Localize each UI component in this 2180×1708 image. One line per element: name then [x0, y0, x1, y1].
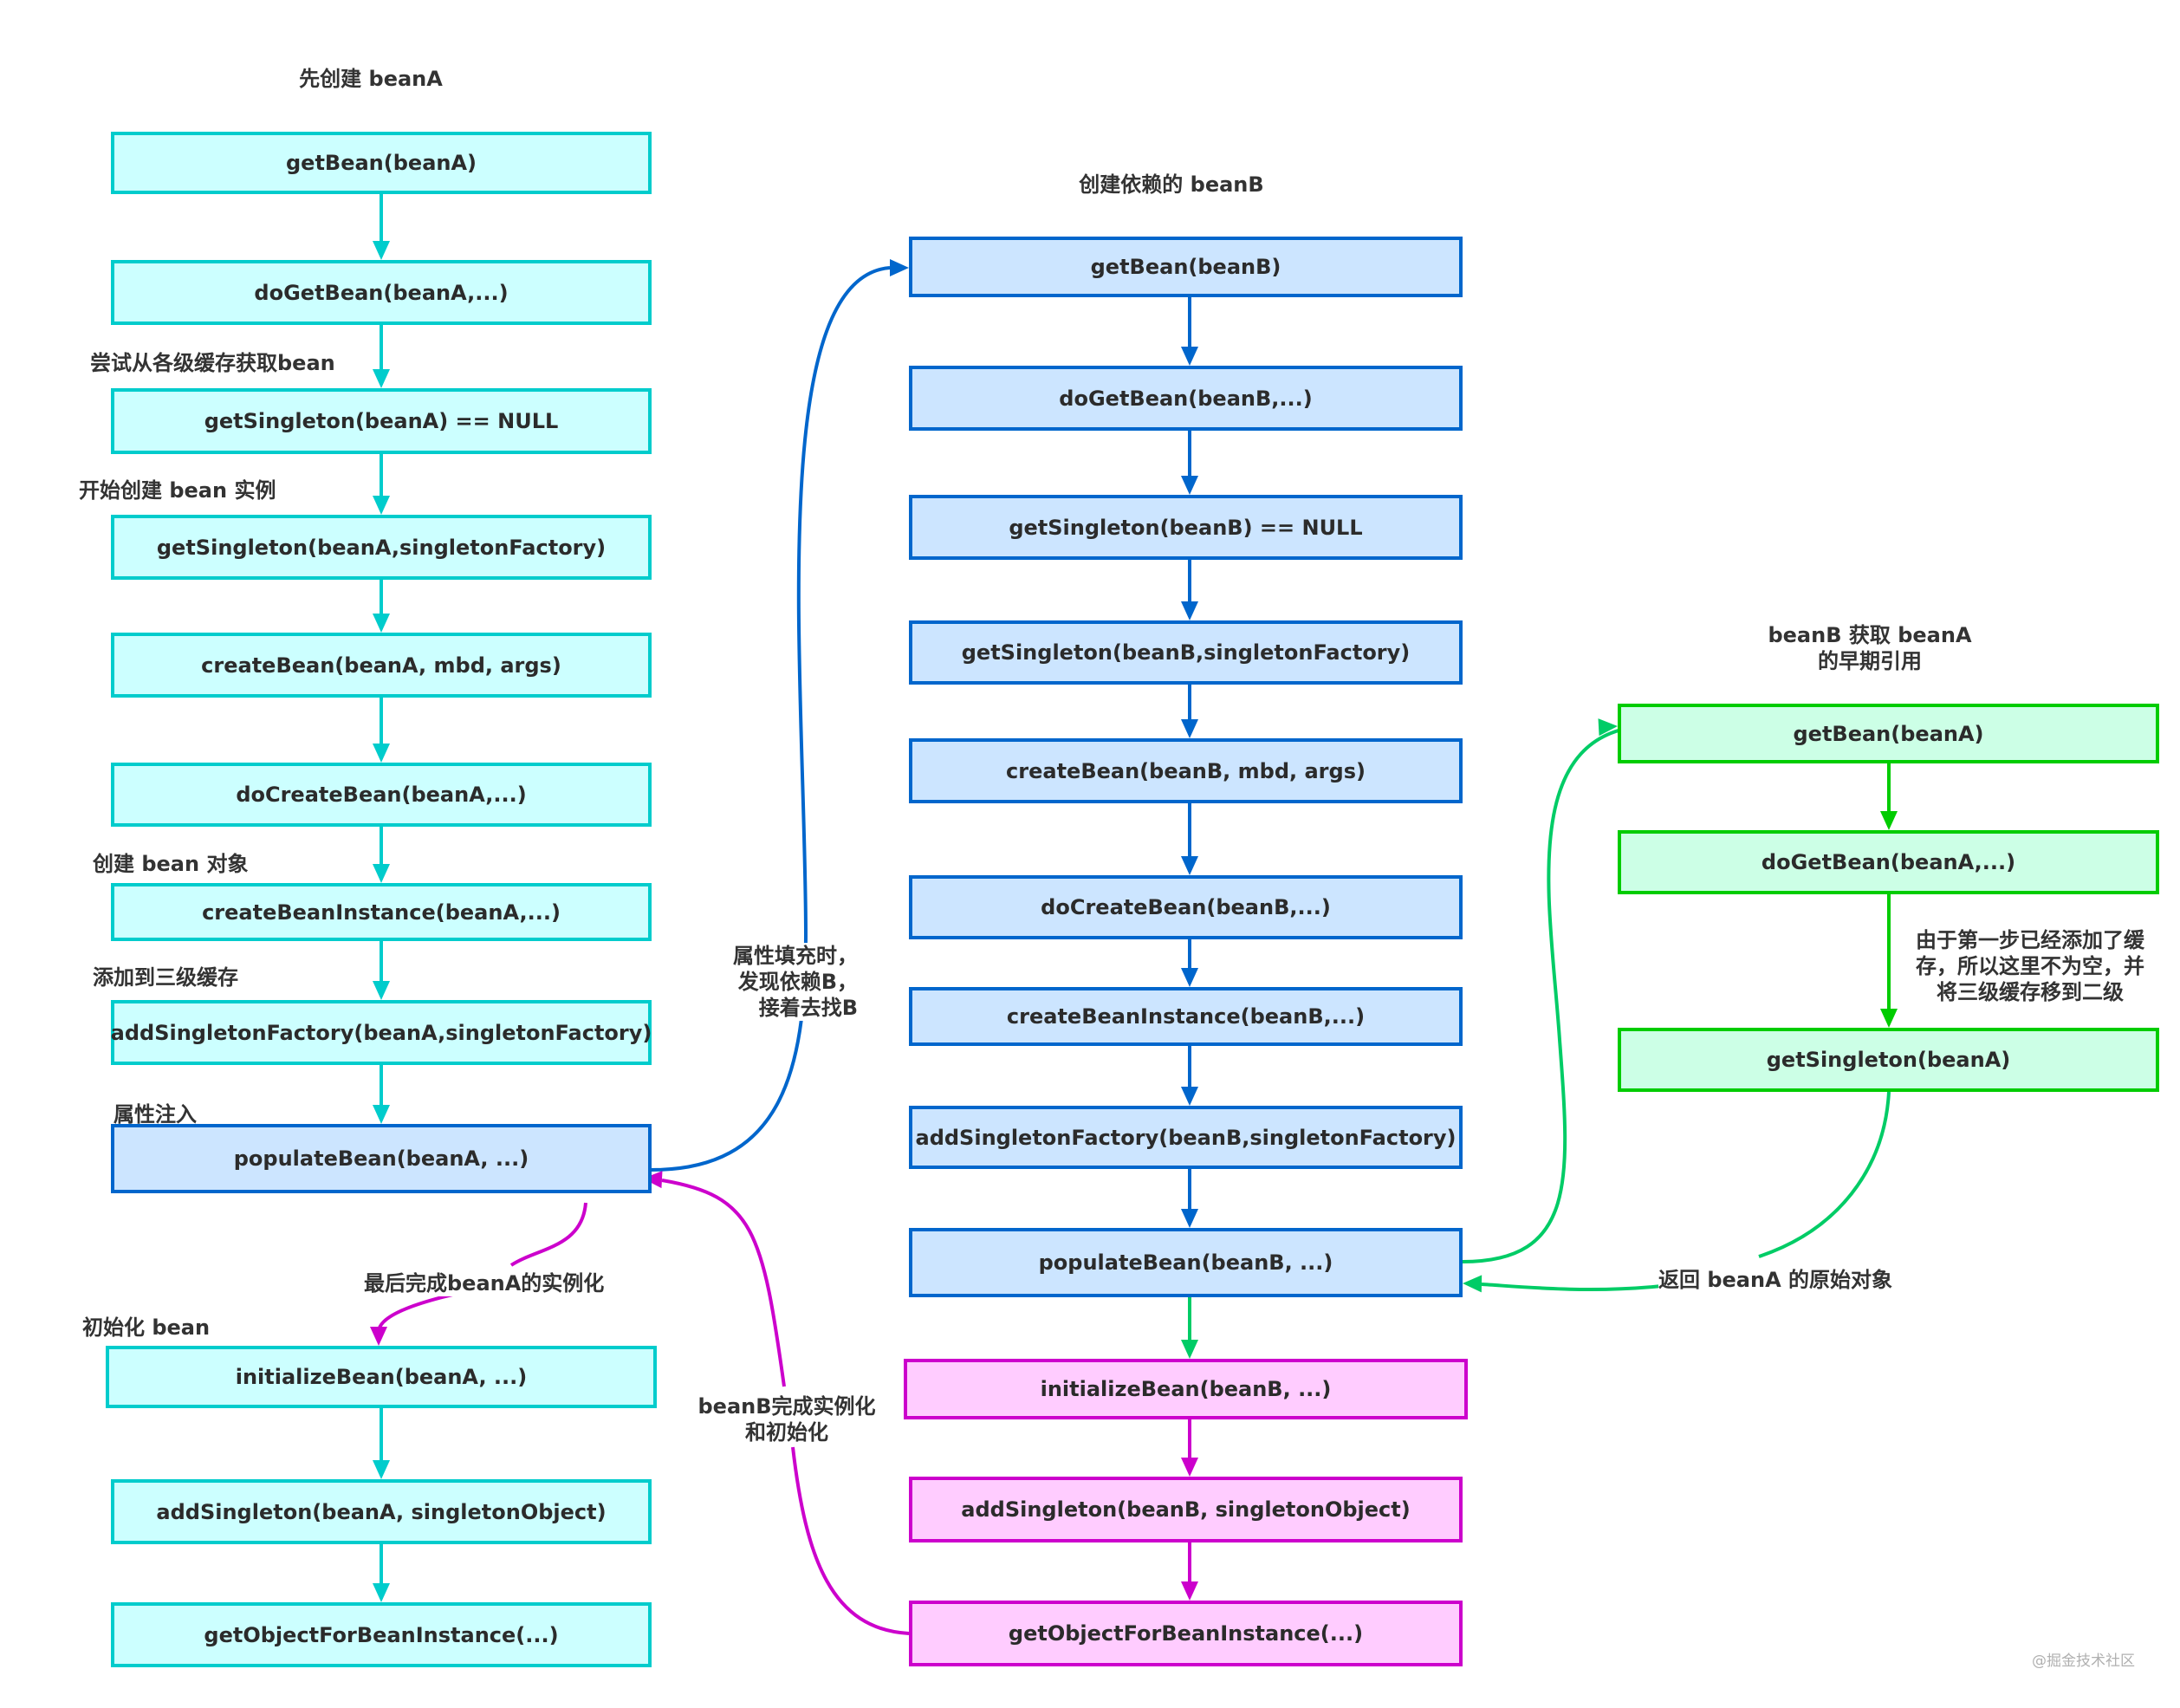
link-label-line: 接着去找B: [758, 996, 858, 1020]
annotation-add-third-cache: 添加到三级缓存: [93, 965, 238, 990]
step-beanB-populateBean[interactable]: populateBean(beanB, ...): [909, 1228, 1463, 1297]
annotation-init: 初始化 bean: [82, 1315, 211, 1340]
step-beanB-addSingletonFactory[interactable]: addSingletonFactory(beanB,singletonFacto…: [909, 1106, 1463, 1169]
step-beanA-getBean[interactable]: getBean(beanA): [111, 132, 652, 194]
annotation-start-create: 开始创建 bean 实例: [79, 478, 276, 503]
link-label-line: 和初始化: [745, 1420, 828, 1445]
step-beanB-createBean[interactable]: createBean(beanB, mbd, args): [909, 738, 1463, 803]
early-ref-column-title: beanB 获取 beanA 的早期引用: [1768, 622, 1971, 674]
arrow-beanB-1-head: [1181, 476, 1198, 495]
arrow-beanA-0-head: [373, 241, 390, 260]
step-beanA-doCreateBean[interactable]: doCreateBean(beanA,...): [111, 763, 652, 827]
arrow-beanB-0-head: [1181, 347, 1198, 366]
step-early-doGetBean[interactable]: doGetBean(beanA,...): [1618, 830, 2159, 894]
arrow-beanA-1-head: [373, 369, 390, 388]
beanB-column-title: 创建依赖的 beanB: [1079, 172, 1264, 197]
step-beanA-doGetBean[interactable]: doGetBean(beanA,...): [111, 260, 652, 325]
link-label-line: 属性填充时，: [733, 944, 858, 968]
arrow-beanA-3-head: [373, 614, 390, 633]
arrow-early-1-head: [1880, 1009, 1898, 1028]
arrow-beanA-tail-1-head: [373, 1583, 390, 1602]
arrow-early-0-head: [1880, 811, 1898, 830]
link-label-return-beanA: 返回 beanA 的原始对象: [1658, 1267, 1893, 1293]
early-ref-title-line: beanB 获取 beanA: [1768, 623, 1972, 647]
step-beanA-addSingleton[interactable]: addSingleton(beanA, singletonObject): [111, 1479, 652, 1544]
note-line: 存，所以这里不为空，并: [1916, 954, 2144, 978]
arrow-beanA-7-head: [373, 1105, 390, 1124]
arrow-beanB-7-head: [1181, 1209, 1198, 1228]
watermark: @掘金技术社区: [2032, 1653, 2135, 1670]
arrow-beanA-6-head: [373, 981, 390, 1000]
arrow-beanB-tail-1-head: [1181, 1581, 1198, 1601]
link-populateA-to-getBeanB: [651, 266, 891, 1172]
step-beanA-createBean[interactable]: createBean(beanA, mbd, args): [111, 633, 652, 698]
step-beanA-getSingleton-factory[interactable]: getSingleton(beanA,singletonFactory): [111, 515, 652, 580]
step-beanB-getObjectForBeanInstance[interactable]: getObjectForBeanInstance(...): [909, 1601, 1463, 1666]
link-label-beanB-done: beanB完成实例化 和初始化: [697, 1393, 876, 1445]
step-beanB-doGetBean[interactable]: doGetBean(beanB,...): [909, 366, 1463, 431]
link-populateA-to-initializeA-head: [370, 1327, 387, 1346]
step-beanA-addSingletonFactory[interactable]: addSingletonFactory(beanA,singletonFacto…: [111, 1000, 652, 1065]
arrow-beanA-5-head: [373, 864, 390, 883]
link-populateB-to-getBeanA: [1462, 724, 1643, 1263]
step-beanB-createBeanInstance[interactable]: createBeanInstance(beanB,...): [909, 987, 1463, 1046]
arrow-beanB-2-head: [1181, 601, 1198, 620]
step-beanA-getSingleton-null[interactable]: getSingleton(beanA) == NULL: [111, 388, 652, 454]
link-label-finish-beanA: 最后完成beanA的实例化: [364, 1270, 605, 1296]
note-line: 由于第一步已经添加了缓: [1916, 928, 2144, 952]
diagram-canvas: 先创建 beanA 创建依赖的 beanB beanB 获取 beanA 的早期…: [0, 0, 2180, 1708]
link-populateA-to-initializeA: [377, 1202, 587, 1331]
step-beanB-doCreateBean[interactable]: doCreateBean(beanB,...): [909, 875, 1463, 939]
early-ref-note: 由于第一步已经添加了缓 存，所以这里不为空，并 将三级缓存移到二级: [1916, 927, 2144, 1005]
step-beanB-initializeBean[interactable]: initializeBean(beanB, ...): [904, 1359, 1468, 1419]
step-early-getBean[interactable]: getBean(beanA): [1618, 704, 2159, 763]
arrow-beanA-tail-0-head: [373, 1460, 390, 1479]
step-early-getSingleton[interactable]: getSingleton(beanA): [1618, 1028, 2159, 1092]
note-line: 将三级缓存移到二级: [1937, 980, 2124, 1004]
link-getSingletonA-to-populateB-head: [1463, 1275, 1483, 1293]
arrow-beanB-populate-to-init-head: [1181, 1340, 1198, 1359]
step-beanA-createBeanInstance[interactable]: createBeanInstance(beanA,...): [111, 883, 652, 941]
step-beanB-addSingleton[interactable]: addSingleton(beanB, singletonObject): [909, 1477, 1463, 1542]
link-populateA-to-getBeanB-head: [890, 259, 909, 276]
annotation-try-cache: 尝试从各级缓存获取bean: [90, 351, 335, 375]
arrow-beanA-4-head: [373, 744, 390, 763]
step-beanA-initializeBean[interactable]: initializeBean(beanA, ...): [106, 1346, 657, 1408]
arrow-beanA-2-head: [373, 496, 390, 515]
link-getSingletonA-to-populateB: [1481, 1091, 1891, 1292]
link-label-to-beanB: 属性填充时， 发现依赖B， 接着去找B: [719, 943, 858, 1021]
link-label-line: beanB完成实例化: [697, 1394, 876, 1419]
link-label-line: 发现依赖B，: [737, 970, 858, 994]
arrow-beanB-3-head: [1181, 719, 1198, 738]
arrow-beanB-tail-0-head: [1181, 1458, 1198, 1477]
step-beanB-getBean[interactable]: getBean(beanB): [909, 237, 1463, 297]
arrow-beanB-5-head: [1181, 968, 1198, 987]
arrow-beanB-6-head: [1181, 1087, 1198, 1106]
early-ref-title-line: 的早期引用: [1818, 649, 1922, 673]
annotation-create-object: 创建 bean 对象: [93, 852, 249, 876]
step-beanA-getObjectForBeanInstance[interactable]: getObjectForBeanInstance(...): [111, 1602, 652, 1667]
arrow-beanB-4-head: [1181, 856, 1198, 875]
step-beanB-getSingleton-factory[interactable]: getSingleton(beanB,singletonFactory): [909, 620, 1463, 685]
step-beanB-getSingleton-null[interactable]: getSingleton(beanB) == NULL: [909, 495, 1463, 560]
step-beanA-populateBean[interactable]: populateBean(beanA, ...): [111, 1124, 652, 1193]
beanA-column-title: 先创建 beanA: [299, 67, 443, 91]
